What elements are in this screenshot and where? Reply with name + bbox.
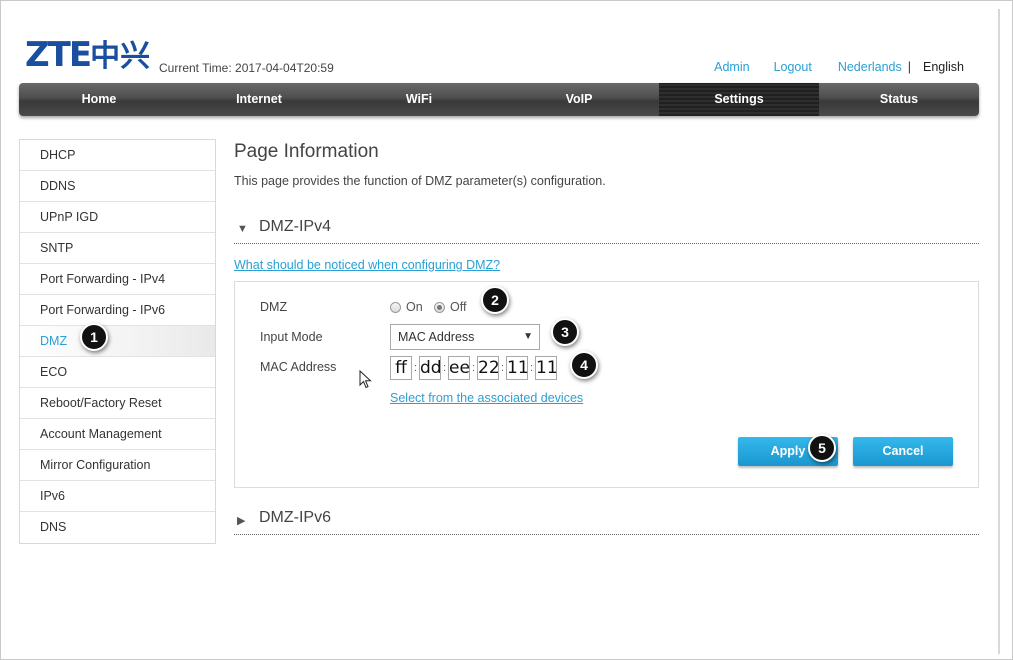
top-links: Admin Logout Nederlands | English [690, 60, 964, 74]
mac-separator: : [442, 362, 447, 374]
radio-checked-icon [434, 301, 445, 313]
mac-separator: : [500, 362, 505, 374]
sidebar-item-ddns[interactable]: DDNS [20, 171, 215, 202]
browser-frame: ZTE中兴 Current Time: 2017-04-04T20:59 Adm… [0, 0, 1013, 660]
step-callout-3: 3 [551, 318, 579, 346]
mac-octet-1[interactable]: ff [390, 356, 412, 380]
language-english[interactable]: English [923, 60, 964, 74]
dmz-on-label: On [406, 300, 423, 314]
nav-wifi[interactable]: WiFi [339, 83, 499, 116]
section-dmz-ipv4-title: DMZ-IPv4 [259, 218, 331, 235]
logo-chinese-text: 中兴 [90, 39, 151, 74]
sidebar-item-sntp[interactable]: SNTP [20, 233, 215, 264]
page-title: Page Information [234, 141, 379, 162]
mac-octet-6[interactable]: 11 [535, 356, 558, 380]
sidebar-item-dns[interactable]: DNS [20, 512, 215, 543]
step-callout-5: 5 [808, 434, 836, 462]
zte-logo: ZTE中兴 [25, 35, 150, 77]
mac-address-inputs: ff : dd : ee : 22 : 11 : 11 [390, 356, 558, 380]
mac-separator: : [529, 362, 534, 374]
step-callout-4: 4 [570, 351, 598, 379]
nav-internet[interactable]: Internet [179, 83, 339, 116]
expand-triangle-icon: ▶ [237, 515, 246, 527]
current-time: Current Time: 2017-04-04T20:59 [159, 61, 334, 75]
settings-sidebar: DHCP DDNS UPnP IGD SNTP Port Forwarding … [19, 139, 216, 544]
nav-settings[interactable]: Settings [659, 83, 819, 116]
mac-separator: : [471, 362, 476, 374]
radio-unchecked-icon [390, 301, 401, 313]
sidebar-item-upnp-igd[interactable]: UPnP IGD [20, 202, 215, 233]
dmz-on-radio[interactable]: On [390, 300, 423, 314]
main-nav: Home Internet WiFi VoIP Settings Status [19, 83, 979, 116]
section-dmz-ipv4-header[interactable]: ▼ DMZ-IPv4 [234, 218, 979, 244]
sidebar-item-eco[interactable]: ECO [20, 357, 215, 388]
sidebar-item-account-management[interactable]: Account Management [20, 419, 215, 450]
cancel-button[interactable]: Cancel [853, 437, 953, 466]
mouse-pointer-icon [359, 370, 372, 389]
sidebar-item-mirror-configuration[interactable]: Mirror Configuration [20, 450, 215, 481]
nav-home[interactable]: Home [19, 83, 179, 116]
mac-octet-4[interactable]: 22 [477, 356, 500, 380]
input-mode-select[interactable]: MAC Address ▼ [390, 324, 540, 350]
sidebar-item-dmz[interactable]: DMZ [20, 326, 215, 357]
dmz-off-label: Off [450, 300, 467, 314]
page-description: This page provides the function of DMZ p… [234, 174, 606, 188]
sidebar-item-port-forwarding-ipv4[interactable]: Port Forwarding - IPv4 [20, 264, 215, 295]
logout-link[interactable]: Logout [774, 60, 812, 74]
mac-separator: : [413, 362, 418, 374]
dmz-ipv4-form: DMZ On Off Input Mode MAC Address ▼ MAC … [234, 281, 979, 488]
sidebar-item-ipv6[interactable]: IPv6 [20, 481, 215, 512]
sidebar-item-port-forwarding-ipv6[interactable]: Port Forwarding - IPv6 [20, 295, 215, 326]
mac-octet-3[interactable]: ee [448, 356, 470, 380]
scrollbar-track[interactable] [998, 9, 1000, 654]
sidebar-item-reboot-factory-reset[interactable]: Reboot/Factory Reset [20, 388, 215, 419]
mac-octet-5[interactable]: 11 [506, 356, 529, 380]
section-dmz-ipv6-header[interactable]: ▶ DMZ-IPv6 [234, 509, 979, 535]
input-mode-value: MAC Address [398, 330, 475, 344]
dropdown-arrow-icon: ▼ [523, 331, 533, 342]
select-associated-devices-link[interactable]: Select from the associated devices [390, 391, 583, 405]
nav-status[interactable]: Status [819, 83, 979, 116]
language-nederlands-link[interactable]: Nederlands [838, 60, 902, 74]
nav-voip[interactable]: VoIP [499, 83, 659, 116]
mac-address-label: MAC Address [260, 360, 337, 374]
mac-octet-2[interactable]: dd [419, 356, 442, 380]
step-callout-2: 2 [481, 286, 509, 314]
step-callout-1: 1 [80, 323, 108, 351]
section-dmz-ipv6-title: DMZ-IPv6 [259, 509, 331, 526]
input-mode-label: Input Mode [260, 330, 323, 344]
dmz-notice-link[interactable]: What should be noticed when configuring … [234, 258, 500, 272]
logo-text: ZTE [25, 35, 92, 75]
dmz-off-radio[interactable]: Off [434, 300, 466, 314]
dmz-label: DMZ [260, 300, 288, 314]
admin-link[interactable]: Admin [714, 60, 749, 74]
language-separator: | [907, 60, 911, 74]
sidebar-item-dhcp[interactable]: DHCP [20, 140, 215, 171]
collapse-triangle-icon: ▼ [237, 223, 248, 235]
